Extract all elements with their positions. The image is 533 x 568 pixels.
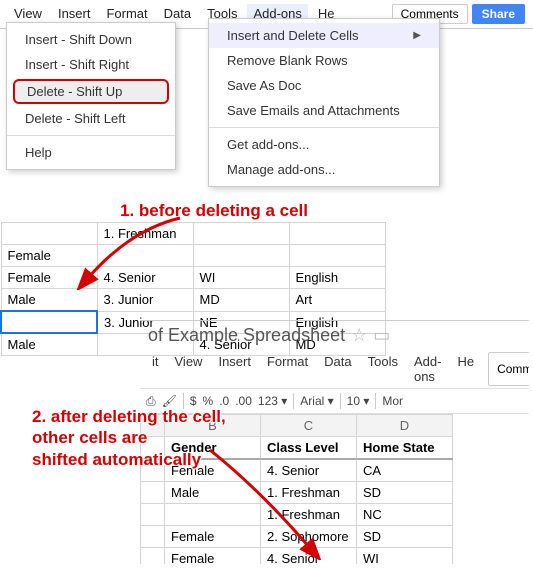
context-menu: Insert - Shift Down Insert - Shift Right… bbox=[6, 22, 176, 170]
menu2-view[interactable]: View bbox=[169, 352, 209, 386]
addons-insert-delete-label: Insert and Delete Cells bbox=[227, 28, 359, 43]
cell[interactable]: MD bbox=[193, 289, 289, 312]
addons-insert-delete-cells[interactable]: Insert and Delete Cells ▶ bbox=[209, 23, 439, 48]
menu-delete-shift-up[interactable]: Delete - Shift Up bbox=[13, 79, 169, 104]
addons-save-emails[interactable]: Save Emails and Attachments bbox=[209, 98, 439, 123]
cell[interactable]: WI bbox=[193, 267, 289, 289]
cell[interactable] bbox=[141, 504, 165, 526]
cell[interactable]: Female bbox=[165, 548, 261, 565]
cell[interactable] bbox=[141, 526, 165, 548]
menu-data[interactable]: Data bbox=[158, 4, 197, 24]
addons-menu: Insert and Delete Cells ▶ Remove Blank R… bbox=[208, 18, 440, 187]
cell[interactable]: 4. Senior bbox=[97, 267, 193, 289]
menu-insert-shift-down[interactable]: Insert - Shift Down bbox=[7, 27, 175, 52]
header-cell[interactable]: Home State bbox=[357, 437, 453, 460]
col-head[interactable]: C bbox=[261, 415, 357, 437]
cell[interactable]: 1. Freshman bbox=[261, 482, 357, 504]
header-cell[interactable]: Class Level bbox=[261, 437, 357, 460]
cell[interactable]: Male bbox=[1, 333, 97, 356]
cell[interactable] bbox=[193, 245, 289, 267]
cell[interactable]: Male bbox=[1, 289, 97, 312]
menubar-after: it View Insert Format Data Tools Add-ons… bbox=[140, 350, 529, 388]
cell[interactable]: Female bbox=[1, 245, 97, 267]
doc-title: of Example Spreadsheet ☆ ▭ bbox=[140, 321, 529, 350]
menu2-insert[interactable]: Insert bbox=[212, 352, 257, 386]
menu2-tools[interactable]: Tools bbox=[362, 352, 404, 386]
cell[interactable]: English bbox=[289, 267, 385, 289]
cell[interactable]: Female bbox=[1, 267, 97, 289]
annotation-2: 2. after deleting the cell, other cells … bbox=[32, 406, 226, 470]
cell[interactable]: 4. Senior bbox=[261, 548, 357, 565]
comments-button-2[interactable]: Comments bbox=[488, 352, 529, 386]
menu2-addons[interactable]: Add-ons bbox=[408, 352, 447, 386]
cell[interactable]: Male bbox=[165, 482, 261, 504]
menu-insert[interactable]: Insert bbox=[52, 4, 97, 24]
more-button[interactable]: Mor bbox=[382, 394, 403, 408]
cell[interactable]: 1. Freshman bbox=[97, 223, 193, 245]
doc-title-text: of Example Spreadsheet bbox=[148, 325, 345, 346]
cell[interactable]: SD bbox=[357, 482, 453, 504]
annotation-1: 1. before deleting a cell bbox=[120, 200, 308, 221]
menu-format[interactable]: Format bbox=[100, 4, 153, 24]
numfmt-button[interactable]: 123 ▾ bbox=[258, 394, 287, 408]
dec00-button[interactable]: .00 bbox=[235, 394, 252, 408]
addons-remove-blank-rows[interactable]: Remove Blank Rows bbox=[209, 48, 439, 73]
cell[interactable] bbox=[141, 548, 165, 565]
col-head[interactable]: D bbox=[357, 415, 453, 437]
menu2-it[interactable]: it bbox=[146, 352, 165, 386]
cell[interactable] bbox=[1, 311, 97, 333]
menu2-help[interactable]: He bbox=[451, 352, 480, 386]
cell[interactable] bbox=[1, 223, 97, 245]
star-icon[interactable]: ☆ bbox=[351, 325, 367, 346]
cell[interactable]: Art bbox=[289, 289, 385, 312]
addons-manage[interactable]: Manage add-ons... bbox=[209, 157, 439, 182]
menu2-data[interactable]: Data bbox=[318, 352, 357, 386]
menu-help[interactable]: Help bbox=[7, 140, 175, 165]
fontsize-select[interactable]: 10 ▾ bbox=[347, 394, 370, 408]
menu-insert-shift-right[interactable]: Insert - Shift Right bbox=[7, 52, 175, 77]
cell[interactable]: WI bbox=[357, 548, 453, 565]
cell[interactable]: 2. Sophomore bbox=[261, 526, 357, 548]
cell[interactable]: 1. Freshman bbox=[261, 504, 357, 526]
cell[interactable]: CA bbox=[357, 459, 453, 482]
addons-save-as-doc[interactable]: Save As Doc bbox=[209, 73, 439, 98]
menu-view[interactable]: View bbox=[8, 4, 48, 24]
folder-icon[interactable]: ▭ bbox=[373, 325, 390, 346]
cell[interactable] bbox=[193, 223, 289, 245]
cell[interactable] bbox=[165, 504, 261, 526]
menu2-format[interactable]: Format bbox=[261, 352, 314, 386]
cell[interactable] bbox=[97, 245, 193, 267]
cell[interactable]: 3. Junior bbox=[97, 289, 193, 312]
cell[interactable]: 4. Senior bbox=[261, 459, 357, 482]
cell[interactable] bbox=[289, 245, 385, 267]
font-select[interactable]: Arial ▾ bbox=[300, 394, 333, 408]
cell[interactable] bbox=[141, 482, 165, 504]
cell[interactable]: Female bbox=[165, 526, 261, 548]
chevron-right-icon: ▶ bbox=[413, 30, 421, 41]
cell[interactable] bbox=[289, 223, 385, 245]
addons-get[interactable]: Get add-ons... bbox=[209, 132, 439, 157]
cell[interactable]: SD bbox=[357, 526, 453, 548]
share-button[interactable]: Share bbox=[472, 4, 525, 24]
menu-delete-shift-left[interactable]: Delete - Shift Left bbox=[7, 106, 175, 131]
cell[interactable]: NC bbox=[357, 504, 453, 526]
